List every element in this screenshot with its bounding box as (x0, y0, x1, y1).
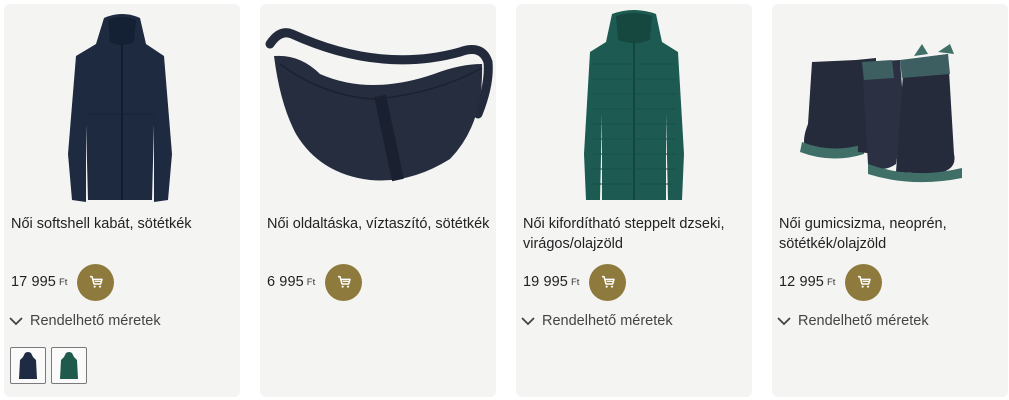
cart-icon (89, 275, 103, 288)
swatch-navy[interactable] (10, 347, 46, 384)
add-to-cart-button[interactable] (845, 263, 883, 301)
currency-label: Ft (306, 276, 316, 288)
product-card[interactable]: Női gumicsizma, neoprén, sötétkék/olajzö… (772, 4, 1008, 397)
price-row: 12 995 Ft (779, 262, 883, 302)
price-row: 17 995 Ft (11, 262, 115, 302)
product-image-bag[interactable] (260, 4, 496, 209)
currency-label: Ft (58, 276, 68, 288)
product-price: 6 995 (267, 274, 304, 290)
cart-icon (337, 275, 351, 288)
available-sizes-toggle[interactable]: Rendelhető méretek (777, 313, 929, 329)
product-card[interactable]: Női kifordítható steppelt dzseki, virágo… (516, 4, 752, 397)
product-card[interactable]: Női oldaltáska, víztaszító, sötétkék 6 9… (260, 4, 496, 397)
sizes-label: Rendelhető méretek (798, 313, 929, 329)
price-row: 19 995 Ft (523, 262, 627, 302)
product-image-coat[interactable] (4, 4, 240, 209)
available-sizes-toggle[interactable]: Rendelhető méretek (9, 313, 161, 329)
chevron-down-icon (9, 317, 23, 326)
sizes-label: Rendelhető méretek (30, 313, 161, 329)
product-title[interactable]: Női gumicsizma, neoprén, sötétkék/olajzö… (779, 214, 1004, 254)
currency-label: Ft (826, 276, 836, 288)
product-image-jacket[interactable] (516, 4, 752, 209)
add-to-cart-button[interactable] (77, 263, 115, 301)
product-title[interactable]: Női kifordítható steppelt dzseki, virágo… (523, 214, 748, 254)
currency-label: Ft (570, 276, 580, 288)
chevron-down-icon (521, 317, 535, 326)
price-row: 6 995 Ft (267, 262, 363, 302)
product-title[interactable]: Női oldaltáska, víztaszító, sötétkék (267, 214, 492, 234)
product-title[interactable]: Női softshell kabát, sötétkék (11, 214, 236, 234)
sizes-label: Rendelhető méretek (542, 313, 673, 329)
cart-icon (857, 275, 871, 288)
swatch-green[interactable] (51, 347, 87, 384)
product-price: 17 995 (11, 274, 56, 290)
add-to-cart-button[interactable] (325, 263, 363, 301)
available-sizes-toggle[interactable]: Rendelhető méretek (521, 313, 673, 329)
product-grid: Női softshell kabát, sötétkék 17 995 Ft … (0, 0, 1009, 400)
chevron-down-icon (777, 317, 791, 326)
cart-icon (601, 275, 615, 288)
product-price: 12 995 (779, 274, 824, 290)
add-to-cart-button[interactable] (589, 263, 627, 301)
color-swatches (10, 347, 87, 384)
product-price: 19 995 (523, 274, 568, 290)
product-image-boots[interactable] (772, 4, 1008, 209)
product-card[interactable]: Női softshell kabát, sötétkék 17 995 Ft … (4, 4, 240, 397)
